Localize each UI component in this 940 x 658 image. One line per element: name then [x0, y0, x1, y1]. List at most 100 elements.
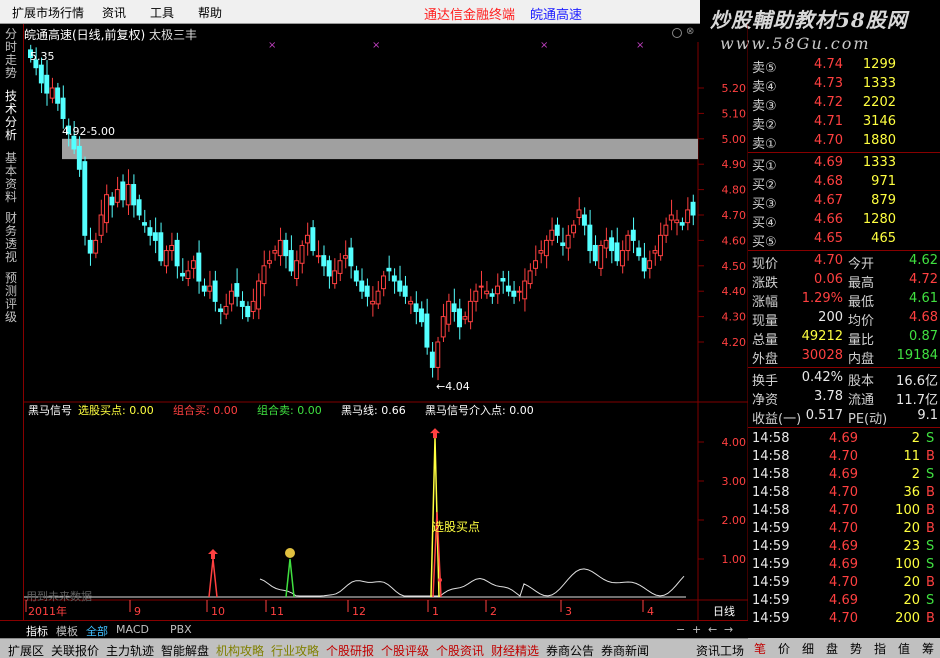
- candle[interactable]: [440, 303, 446, 342]
- candle[interactable]: [49, 77, 55, 104]
- candle[interactable]: [250, 288, 256, 320]
- candle[interactable]: [207, 270, 213, 299]
- candle[interactable]: [261, 250, 267, 297]
- candle[interactable]: [98, 199, 104, 243]
- right-tab-7[interactable]: 筹: [922, 640, 934, 657]
- candle[interactable]: [641, 242, 647, 279]
- candle[interactable]: [266, 250, 272, 269]
- tick-row[interactable]: 14:59 4.69 23 S: [748, 538, 940, 557]
- candle[interactable]: [245, 301, 251, 322]
- candle[interactable]: [391, 268, 397, 294]
- right-tab-2[interactable]: 细: [802, 640, 814, 657]
- candle[interactable]: [147, 220, 153, 246]
- candle[interactable]: [630, 217, 636, 254]
- extension-tab-4[interactable]: 机构攻略: [216, 642, 264, 658]
- indicator-tab-4[interactable]: PBX: [170, 623, 192, 636]
- candle[interactable]: [462, 311, 468, 325]
- candle[interactable]: [576, 197, 582, 226]
- scroll-right-icon[interactable]: →: [724, 623, 733, 636]
- candle[interactable]: [435, 336, 441, 381]
- candle[interactable]: [473, 283, 479, 312]
- candle[interactable]: [375, 281, 381, 309]
- candle[interactable]: [674, 209, 680, 236]
- candle[interactable]: [489, 288, 495, 304]
- tick-row[interactable]: 14:59 4.70 20 B: [748, 574, 940, 593]
- candle[interactable]: [131, 174, 137, 218]
- stat-row[interactable]: 现价 4.70 今开 4.62: [748, 252, 940, 272]
- ask-row[interactable]: 卖③ 4.72 2202: [748, 94, 940, 114]
- candle[interactable]: [142, 209, 147, 233]
- stat-row[interactable]: 涨跌 0.06 最高 4.72: [748, 271, 940, 291]
- ask-row[interactable]: 卖⑤ 4.74 1299: [748, 56, 940, 76]
- candle[interactable]: [511, 281, 517, 304]
- candle[interactable]: [82, 156, 88, 246]
- candle[interactable]: [185, 260, 191, 287]
- candle[interactable]: [522, 268, 528, 312]
- candle[interactable]: [668, 199, 674, 231]
- indicator-tab-3[interactable]: MACD: [116, 623, 149, 636]
- candle[interactable]: [163, 245, 169, 274]
- scroll-left-icon[interactable]: ←: [708, 623, 717, 636]
- kline-chart[interactable]: 5.20 5.10 5.00 4.90 4.80 4.70 4.60 4.50 4.40 4.30…: [0, 0, 748, 620]
- candle[interactable]: [60, 85, 66, 129]
- candle[interactable]: [527, 263, 533, 289]
- tick-row[interactable]: 14:58 4.70 36 B: [748, 484, 940, 503]
- indicator-tab-0[interactable]: 指标: [26, 623, 48, 639]
- candle[interactable]: [402, 275, 408, 304]
- ask-row[interactable]: 卖④ 4.73 1333: [748, 75, 940, 95]
- candle[interactable]: [326, 255, 332, 289]
- candle[interactable]: [256, 273, 262, 320]
- extension-tab-2[interactable]: 主力轨迹: [106, 642, 154, 658]
- tick-row[interactable]: 14:59 4.70 200 B: [748, 610, 940, 629]
- extension-tab-7[interactable]: 个股评级: [381, 642, 429, 658]
- candle[interactable]: [353, 265, 359, 287]
- extension-tab-11[interactable]: 券商新闻: [601, 642, 649, 658]
- fundamental-row[interactable]: 收益(一) 0.517 PE(动) 9.1: [748, 407, 940, 427]
- extension-tab-9[interactable]: 财经精选: [491, 642, 539, 658]
- tick-row[interactable]: 14:58 4.70 11 B: [748, 448, 940, 467]
- candle[interactable]: [87, 227, 93, 266]
- right-tab-4[interactable]: 势: [850, 640, 862, 657]
- candle[interactable]: [315, 240, 321, 264]
- candle[interactable]: [609, 230, 615, 264]
- candle[interactable]: [169, 232, 175, 261]
- fundamental-row[interactable]: 换手 0.42% 股本 16.6亿: [748, 369, 940, 389]
- candle[interactable]: [560, 227, 566, 256]
- candle[interactable]: [239, 291, 245, 320]
- candle[interactable]: [370, 286, 376, 317]
- tick-row[interactable]: 14:58 4.70 100 B: [748, 502, 940, 521]
- candle[interactable]: [299, 240, 305, 274]
- candle[interactable]: [386, 255, 392, 282]
- candle[interactable]: [419, 301, 424, 327]
- candle[interactable]: [114, 176, 120, 208]
- candle[interactable]: [125, 169, 131, 215]
- right-tab-1[interactable]: 价: [778, 640, 790, 657]
- candle[interactable]: [614, 227, 620, 266]
- extension-tab-1[interactable]: 关联报价: [51, 642, 99, 658]
- extension-tab-5[interactable]: 行业攻略: [271, 642, 319, 658]
- extension-tab-8[interactable]: 个股资讯: [436, 642, 484, 658]
- bid-row[interactable]: 买① 4.69 1333: [748, 154, 940, 174]
- candle[interactable]: [180, 258, 185, 282]
- candle[interactable]: [223, 293, 229, 320]
- ask-row[interactable]: 卖② 4.71 3146: [748, 113, 940, 133]
- candle[interactable]: [565, 225, 571, 261]
- extension-tab-0[interactable]: 扩展区: [8, 642, 44, 658]
- candle[interactable]: [294, 250, 300, 287]
- tick-row[interactable]: 14:58 4.69 2 S: [748, 430, 940, 449]
- candle[interactable]: [549, 217, 555, 246]
- candle[interactable]: [55, 82, 61, 111]
- candle[interactable]: [690, 194, 696, 226]
- bid-row[interactable]: 买④ 4.66 1280: [748, 211, 940, 231]
- candle[interactable]: [543, 235, 549, 269]
- candle[interactable]: [619, 240, 625, 274]
- candle[interactable]: [359, 268, 365, 299]
- candle[interactable]: [152, 217, 158, 254]
- candle[interactable]: [592, 235, 598, 266]
- candle[interactable]: [505, 270, 511, 297]
- candle[interactable]: [174, 232, 180, 279]
- candle[interactable]: [587, 209, 593, 264]
- candle[interactable]: [201, 278, 207, 297]
- candle[interactable]: [408, 296, 414, 315]
- candle[interactable]: [424, 298, 430, 355]
